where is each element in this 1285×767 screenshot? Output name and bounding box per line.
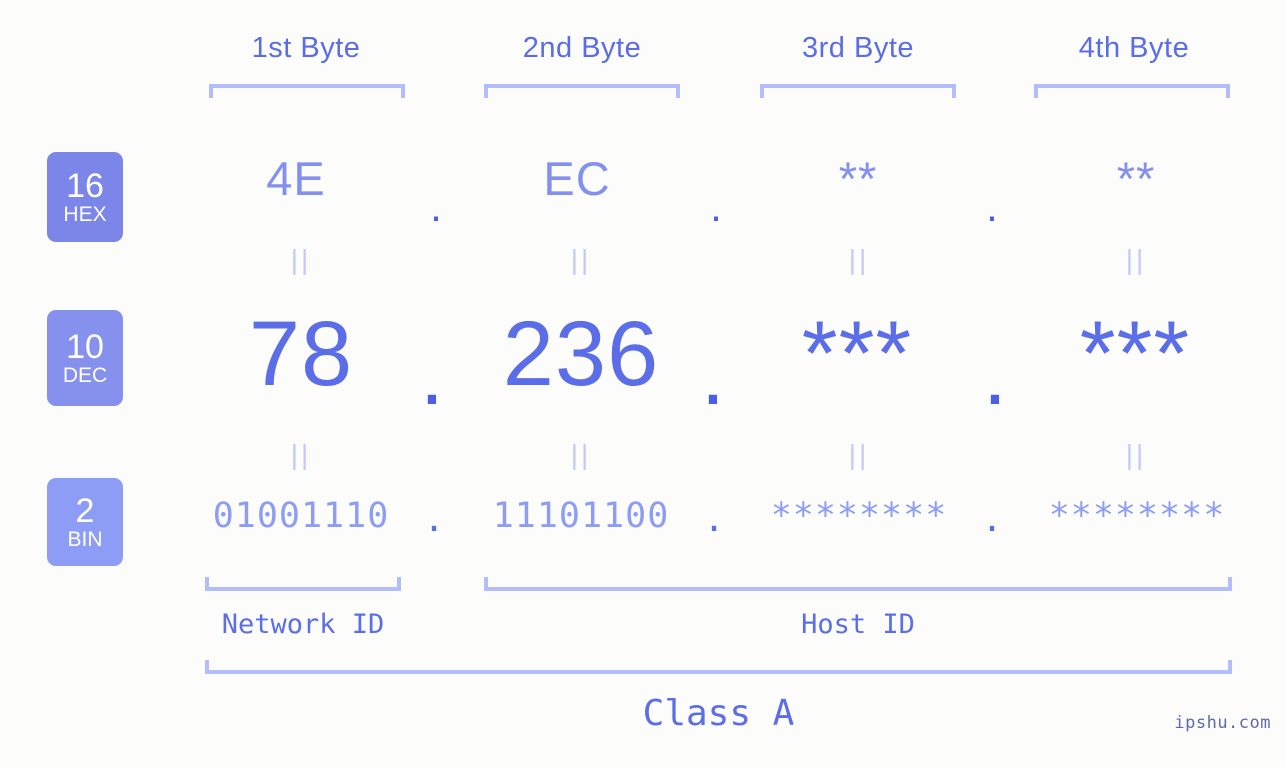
byte-header-1: 1st Byte <box>251 32 361 64</box>
hex-separator-2: . <box>710 183 722 230</box>
bin-octet-1: 01001110 <box>212 496 390 536</box>
bin-octet-3: ******** <box>770 496 948 536</box>
base-badge-hex-name: HEX <box>63 202 107 226</box>
equals-mark-hex-dec-3: || <box>848 244 870 275</box>
byte-header-3: 3rd Byte <box>802 32 914 64</box>
base-badge-hex: 16 HEX <box>47 152 123 242</box>
site-watermark: ipshu.com <box>1174 713 1271 733</box>
host-id-bracket <box>484 577 1232 591</box>
hex-separator-1: . <box>430 183 442 230</box>
byte-bracket-2 <box>484 84 680 98</box>
dec-octet-4: *** <box>1079 303 1191 405</box>
base-badge-dec-name: DEC <box>62 363 108 387</box>
dec-octet-1: 78 <box>248 303 354 405</box>
network-id-label: Network ID <box>221 609 385 640</box>
byte-header-2: 2nd Byte <box>522 32 642 64</box>
dec-octet-2: 236 <box>502 303 660 405</box>
dec-octet-3: *** <box>801 303 913 405</box>
base-badge-bin: 2 BIN <box>47 478 123 566</box>
equals-mark-hex-dec-1: || <box>290 244 312 275</box>
ip-address-breakdown-diagram: 1st Byte 2nd Byte 3rd Byte 4th Byte 16 H… <box>0 0 1285 767</box>
equals-mark-dec-bin-3: || <box>848 439 870 470</box>
hex-octet-1: 4E <box>266 152 326 205</box>
equals-mark-hex-dec-2: || <box>570 244 592 275</box>
class-bracket <box>205 660 1232 674</box>
bin-octet-2: 11101100 <box>492 496 670 536</box>
equals-mark-dec-bin-4: || <box>1125 439 1147 470</box>
byte-bracket-3 <box>760 84 956 98</box>
class-label: Class A <box>642 693 795 734</box>
base-badge-bin-name: BIN <box>67 527 103 551</box>
hex-octet-2: EC <box>543 152 611 205</box>
byte-bracket-1 <box>209 84 405 98</box>
byte-header-4: 4th Byte <box>1078 32 1190 64</box>
byte-bracket-4 <box>1034 84 1230 98</box>
equals-mark-dec-bin-1: || <box>290 439 312 470</box>
equals-mark-dec-bin-2: || <box>570 439 592 470</box>
hex-octet-3: ** <box>838 152 878 205</box>
equals-mark-hex-dec-4: || <box>1125 244 1147 275</box>
base-badge-dec: 10 DEC <box>47 310 123 406</box>
base-badge-hex-number: 16 <box>66 166 104 205</box>
hex-octet-4: ** <box>1116 152 1156 205</box>
network-id-bracket <box>205 577 401 591</box>
base-badge-dec-number: 10 <box>66 327 104 366</box>
bin-octet-4: ******** <box>1048 496 1226 536</box>
base-badge-bin-number: 2 <box>75 491 95 530</box>
hex-separator-3: . <box>986 183 998 230</box>
host-id-label: Host ID <box>801 609 915 640</box>
